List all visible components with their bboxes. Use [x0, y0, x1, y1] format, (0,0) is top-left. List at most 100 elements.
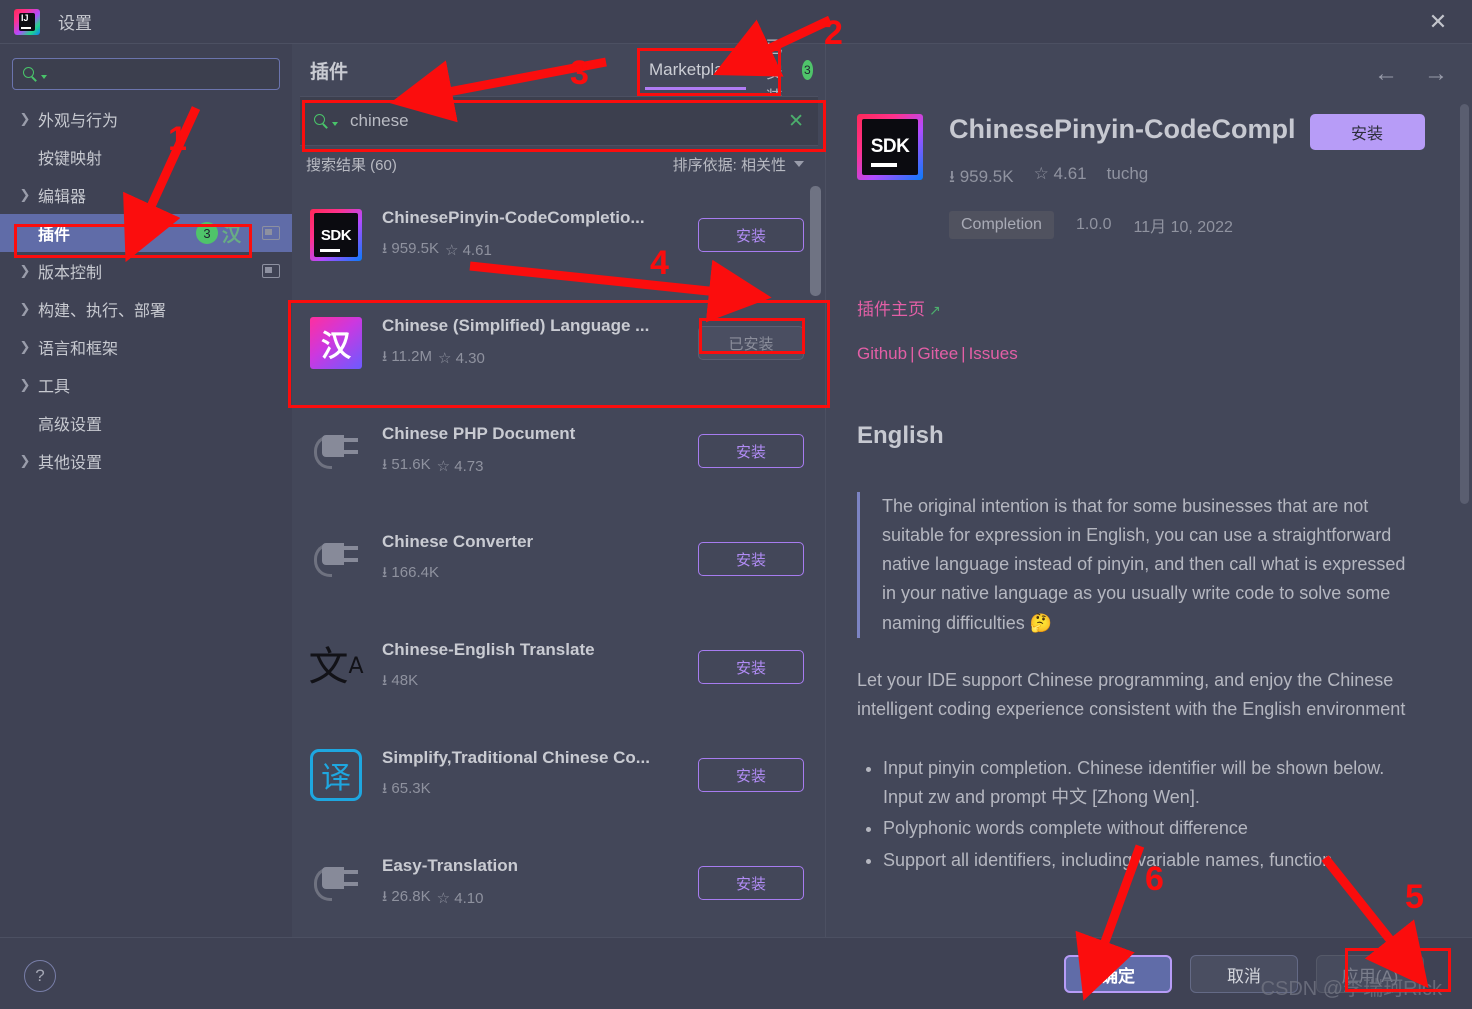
tab-marketplace[interactable]: Marketplace	[637, 44, 754, 96]
dialog-footer: ? 确定 取消 应用(A) CSDN @李瑞珂Rick	[0, 937, 1472, 1009]
chevron-right-icon: ❯	[19, 301, 31, 316]
clear-icon[interactable]: ✕	[788, 110, 804, 133]
help-icon[interactable]: ?	[24, 960, 56, 992]
detail-version: 1.0.0	[1075, 216, 1112, 233]
intellij-idea-icon: IJ	[14, 8, 40, 35]
sidebar-item-build-execution-deployment[interactable]: ❯ 构建、执行、部署	[0, 290, 292, 328]
list-item: Support all identifiers, including varia…	[883, 846, 1428, 875]
plugin-downloads: 51.6K	[382, 454, 430, 479]
sidebar-item-plugins[interactable]: ❯ 插件 3 汉	[0, 214, 292, 252]
title-bar: IJ 设置 ✕	[0, 0, 1472, 44]
detail-scrollbar[interactable]	[1460, 104, 1469, 504]
sidebar-item-label: 语言和框架	[38, 341, 119, 358]
list-item[interactable]: Easy-Translation 26.8K 4.10 安装	[292, 829, 826, 937]
sidebar-item-keymap[interactable]: ❯ 按键映射	[0, 138, 292, 176]
sidebar-item-languages-frameworks[interactable]: ❯ 语言和框架	[0, 328, 292, 366]
window-title: 设置	[58, 14, 92, 33]
install-button[interactable]: 安装	[698, 866, 804, 900]
sidebar-item-label: 其他设置	[38, 455, 103, 472]
sidebar-item-version-control[interactable]: ❯ 版本控制	[0, 252, 292, 290]
list-item: Polyphonic words complete without differ…	[883, 814, 1428, 843]
arrow-right-icon[interactable]: →	[1424, 62, 1448, 86]
sidebar-item-label: 版本控制	[38, 265, 103, 282]
translate-icon: 汉	[222, 224, 242, 246]
chevron-down-icon	[794, 161, 804, 167]
sidebar-item-appearance[interactable]: ❯ 外观与行为	[0, 100, 292, 138]
sidebar-item-label: 工具	[38, 379, 71, 396]
sidebar-item-label: 插件	[38, 227, 71, 244]
sidebar-search-field[interactable]	[12, 58, 280, 90]
panel-icon	[262, 264, 280, 278]
plugin-name: Chinese Converter	[382, 531, 534, 551]
chevron-down-icon	[332, 121, 338, 126]
list-item[interactable]: Chinese Converter 166.4K 安装	[292, 505, 826, 613]
plugin-detail-panel: SDK ChinesePinyin-CodeCompl 安装 959.5K 4.…	[827, 44, 1472, 937]
detail-quote: The original intention is that for some …	[857, 492, 1422, 638]
ok-button[interactable]: 确定	[1064, 955, 1172, 993]
detail-plugin-title: ChinesePinyin-CodeCompl	[949, 114, 1296, 144]
install-button[interactable]: 安装	[698, 434, 804, 468]
gitee-link[interactable]: Gitee	[918, 344, 959, 364]
close-icon[interactable]: ✕	[1424, 8, 1452, 36]
settings-dialog: IJ 设置 ✕ ❯ 外观与行为 ❯ 按键映射 ❯ 编辑器	[0, 0, 1472, 1009]
sidebar-item-advanced-settings[interactable]: ❯ 高级设置	[0, 404, 292, 442]
install-button[interactable]: 安装	[698, 650, 804, 684]
plugin-homepage-link[interactable]: 插件主页	[857, 300, 925, 319]
external-link-icon: ↗	[929, 302, 941, 318]
history-nav: ← →	[1374, 62, 1448, 86]
sidebar-item-label: 按键映射	[38, 151, 103, 168]
results-bar: 搜索结果 (60) 排序依据: 相关性	[292, 147, 826, 181]
settings-sidebar: ❯ 外观与行为 ❯ 按键映射 ❯ 编辑器 ❯ 插件 3 汉 ❯ 版本控制	[0, 44, 292, 937]
yi-character-icon: 译	[310, 749, 362, 801]
sort-dropdown[interactable]: 排序依据: 相关性	[673, 154, 804, 175]
sort-label: 排序依据: 相关性	[672, 156, 786, 174]
plugins-update-badge: 3	[196, 222, 218, 244]
list-item[interactable]: 译 Simplify,Traditional Chinese Co... 65.…	[292, 721, 826, 829]
plugin-downloads: 959.5K	[382, 238, 439, 263]
list-item[interactable]: SDK ChinesePinyin-CodeCompletio... 959.5…	[292, 181, 826, 289]
chevron-right-icon: ❯	[19, 263, 31, 278]
tab-installed[interactable]: 已安装 3	[754, 38, 825, 107]
install-button[interactable]: 安装	[698, 218, 804, 252]
plugin-list: SDK ChinesePinyin-CodeCompletio... 959.5…	[292, 181, 826, 937]
sidebar-item-editor[interactable]: ❯ 编辑器	[0, 176, 292, 214]
plugin-name: Chinese PHP Document	[382, 423, 576, 443]
search-input[interactable]	[350, 111, 789, 131]
plug-icon	[310, 425, 362, 477]
sidebar-item-tools[interactable]: ❯ 工具	[0, 366, 292, 404]
list-item[interactable]: Chinese PHP Document 51.6K 4.73 安装	[292, 397, 826, 505]
chevron-right-icon: ❯	[19, 111, 31, 126]
installed-button: 已安装	[698, 326, 804, 360]
chevron-right-icon: ❯	[19, 187, 31, 202]
arrow-left-icon[interactable]: ←	[1374, 62, 1398, 86]
github-link[interactable]: Github	[857, 344, 907, 364]
install-button[interactable]: 安装	[698, 758, 804, 792]
detail-links: 插件主页 ↗ Github | Gitee | Issues	[857, 300, 1018, 364]
plugin-list-scrollbar[interactable]	[810, 186, 821, 296]
detail-rating: 4.61	[1034, 164, 1087, 193]
page-title: 插件	[310, 61, 349, 83]
tab-label: Marketplace	[649, 60, 742, 79]
plugin-rating: 4.61	[445, 241, 492, 259]
list-item[interactable]: 汉 Chinese (Simplified) Language ... 11.2…	[292, 289, 826, 397]
plugin-downloads: 166.4K	[382, 562, 439, 587]
plugin-downloads: 48K	[382, 670, 418, 695]
detail-date: 11月 10, 2022	[1133, 219, 1233, 236]
plugin-rating: 4.30	[438, 349, 485, 367]
chevron-down-icon	[41, 74, 47, 79]
plugins-panel: 插件 Marketplace 已安装 3 ⚙ ✕ 搜索结果 (60)	[292, 38, 966, 937]
sidebar-item-other-settings[interactable]: ❯ 其他设置	[0, 442, 292, 480]
plugin-downloads: 65.3K	[382, 778, 430, 803]
plugin-search-bar[interactable]: ✕	[300, 96, 818, 146]
plugin-name: Chinese (Simplified) Language ...	[382, 315, 650, 335]
install-button[interactable]: 安装	[698, 542, 804, 576]
list-item[interactable]: 文A Chinese-English Translate 48K 安装	[292, 613, 826, 721]
detail-paragraph: Let your IDE support Chinese programming…	[857, 669, 1406, 719]
issues-link[interactable]: Issues	[969, 344, 1018, 364]
detail-vendor: tuchg	[1106, 164, 1149, 183]
plugin-name: Simplify,Traditional Chinese Co...	[382, 747, 650, 767]
plugin-downloads: 26.8K	[382, 886, 430, 911]
detail-tag[interactable]: Completion	[949, 211, 1054, 239]
detail-install-button[interactable]: 安装	[1309, 114, 1425, 150]
chevron-right-icon: ❯	[19, 339, 31, 354]
